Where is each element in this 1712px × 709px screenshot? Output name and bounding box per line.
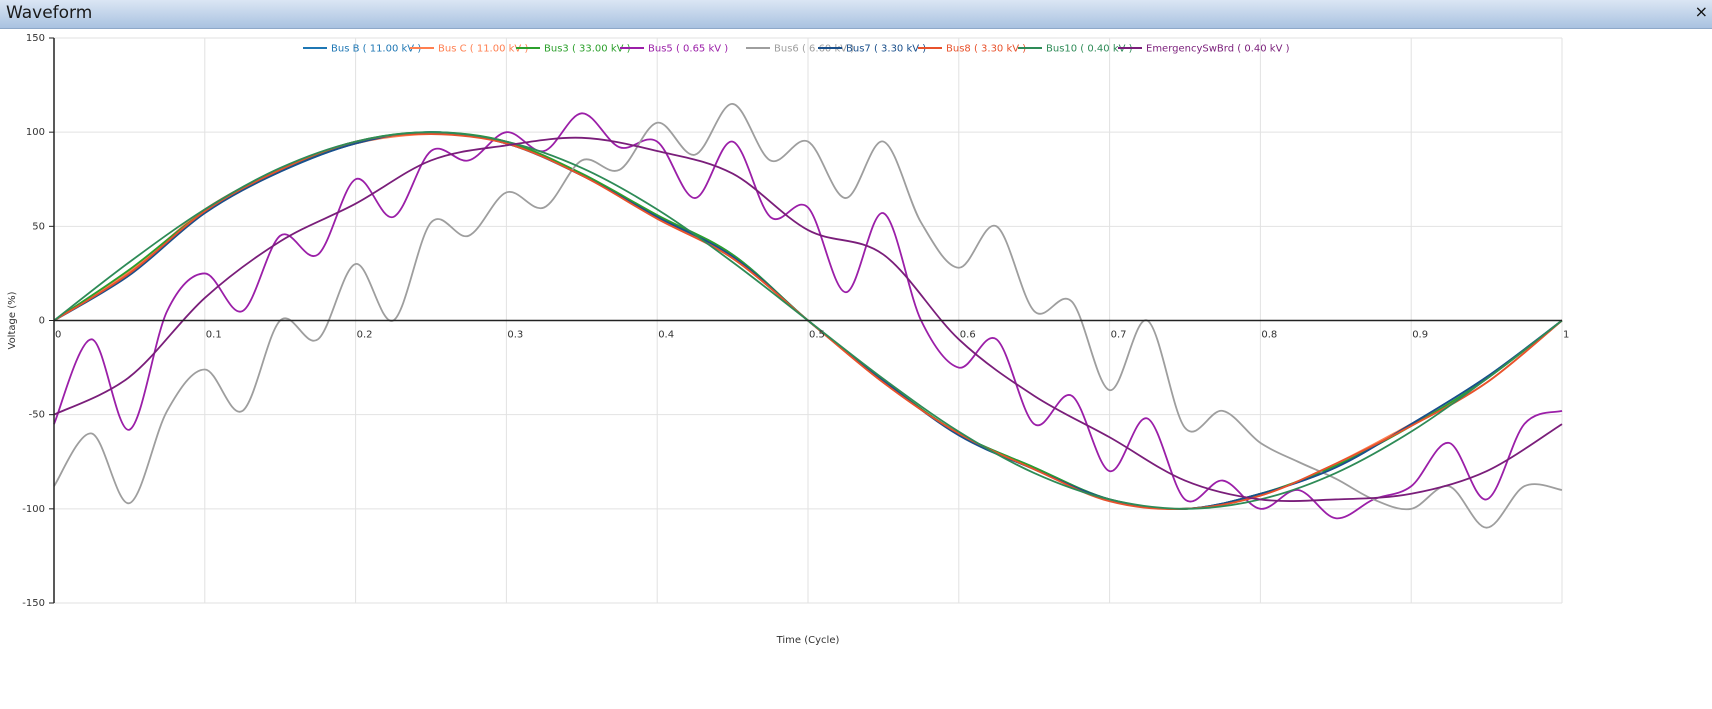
y-tick-label: -150 <box>22 598 45 609</box>
legend-entry: Bus C ( 11.00 kV ) <box>438 44 528 55</box>
y-tick-label: -50 <box>29 410 45 421</box>
x-tick-label: 0.6 <box>960 330 976 341</box>
legend-entry: Bus8 ( 3.30 kV ) <box>946 44 1026 55</box>
legend-entry: Bus5 ( 0.65 kV ) <box>648 44 728 55</box>
y-tick-label: 100 <box>26 127 45 138</box>
y-tick-label: 50 <box>32 221 45 232</box>
x-tick-label: 0.5 <box>809 330 825 341</box>
x-tick-label: 0.3 <box>507 330 523 341</box>
x-tick-label: 0.9 <box>1412 330 1428 341</box>
window-title: Waveform <box>6 3 93 23</box>
x-tick-label: 0.2 <box>357 330 373 341</box>
x-tick-label: 0.4 <box>658 330 674 341</box>
window-titlebar: Waveform × <box>0 0 1712 29</box>
chart-legend: Bus B ( 11.00 kV ) Bus C ( 11.00 kV ) Bus3… <box>303 44 1290 55</box>
legend-entry: Bus7 ( 3.30 kV ) <box>846 44 926 55</box>
close-icon[interactable]: × <box>1695 2 1708 21</box>
legend-entry: Bus6 ( 6.60 kV ) <box>774 44 854 55</box>
x-tick-label: 0.1 <box>206 330 222 341</box>
legend-entry: Bus3 ( 33.00 kV ) <box>544 44 631 55</box>
y-axis-label: Voltage (%) <box>7 291 18 349</box>
x-tick-label: 0.7 <box>1111 330 1127 341</box>
legend-entry: Bus B ( 11.00 kV ) <box>331 44 421 55</box>
legend-entry: EmergencySwBrd ( 0.40 kV ) <box>1146 44 1290 55</box>
y-tick-label: 150 <box>26 33 45 44</box>
y-tick-label: -100 <box>22 504 45 515</box>
x-tick-label: 0 <box>55 330 61 341</box>
x-tick-label: 0.8 <box>1261 330 1277 341</box>
x-axis-label: Time (Cycle) <box>776 635 840 646</box>
y-tick-label: 0 <box>39 316 45 327</box>
waveform-chart: 0 0.1 0.2 0.3 0.4 0.5 0.6 0.7 0.8 0.9 1 150 100 50 0 -5… <box>7 33 1569 646</box>
x-tick-label: 1 <box>1563 330 1569 341</box>
